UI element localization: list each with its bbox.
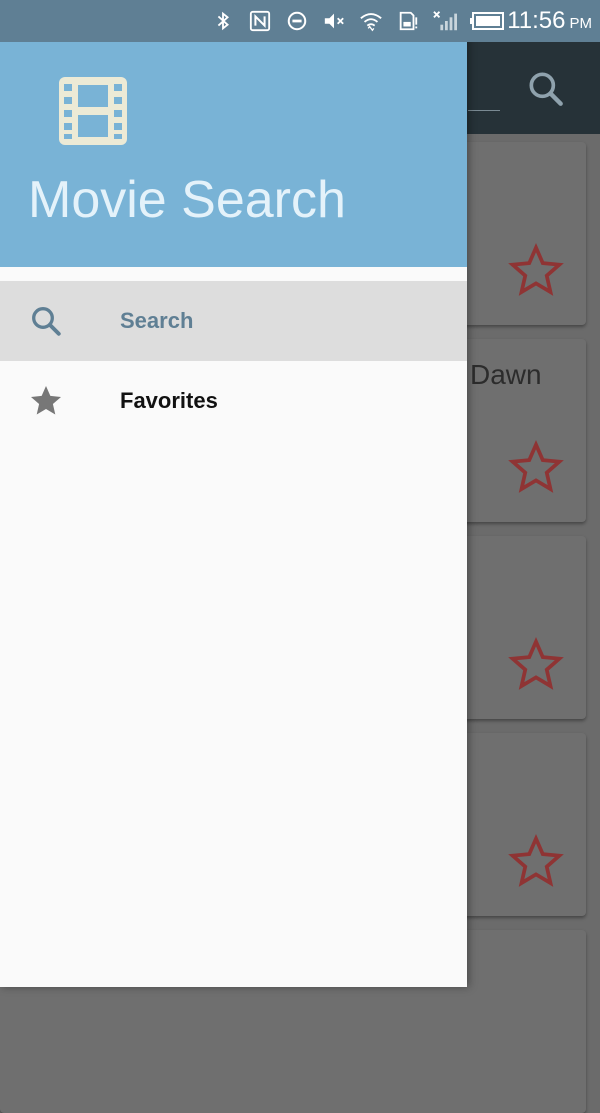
no-signal-icon — [433, 9, 457, 33]
app-title: Movie Search — [28, 171, 346, 229]
drawer-item-favorites[interactable]: Favorites — [0, 361, 467, 441]
nfc-icon — [248, 9, 272, 33]
drawer-nav: Search Favorites — [0, 281, 467, 441]
battery-icon — [470, 9, 504, 33]
drawer-item-search[interactable]: Search — [0, 281, 467, 361]
bluetooth-icon — [211, 9, 235, 33]
star-icon — [31, 386, 61, 415]
film-strip-icon — [59, 77, 127, 145]
favorite-star-icon[interactable] — [508, 834, 564, 890]
favorite-star-icon[interactable] — [508, 440, 564, 496]
wifi-icon — [359, 9, 383, 33]
sd-card-alert-icon — [396, 9, 420, 33]
search-field-underline — [468, 110, 500, 111]
status-clock: 11:56 PM — [507, 0, 592, 42]
volume-muted-icon — [322, 9, 346, 33]
search-icon — [32, 307, 61, 336]
clock-time: 11:56 — [507, 7, 566, 34]
navigation-drawer: Movie Search Search Favorites — [0, 0, 467, 987]
status-icons — [211, 0, 504, 42]
favorite-star-icon[interactable] — [508, 637, 564, 693]
do-not-disturb-icon — [285, 9, 309, 33]
favorite-star-icon[interactable] — [508, 243, 564, 299]
movie-card-title: Dawn — [470, 359, 542, 390]
clock-ampm: PM — [569, 15, 593, 32]
drawer-item-label: Search — [120, 308, 194, 333]
drawer-item-label: Favorites — [120, 388, 218, 413]
status-bar: 11:56 PM — [0, 0, 600, 42]
drawer-header: Movie Search — [0, 42, 467, 267]
search-icon[interactable] — [524, 67, 568, 111]
